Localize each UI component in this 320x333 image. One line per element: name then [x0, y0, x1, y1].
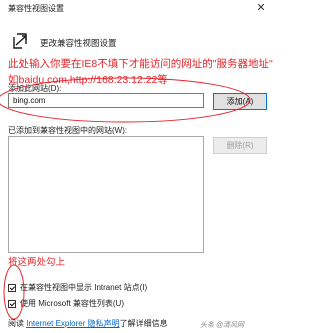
compatibility-view-icon	[13, 33, 27, 49]
annotation-note-1: 此处输入你要在IE8不填下才能访问的网址的"服务器地址"	[8, 58, 273, 70]
close-icon[interactable]: ✕	[252, 1, 270, 15]
intranet-option[interactable]: 在兼容性视图中显示 Intranet 站点(I)	[8, 282, 147, 293]
remove-button[interactable]: 删除(R)	[213, 137, 267, 154]
window-title: 兼容性视图设置	[8, 4, 64, 13]
ms-list-checkbox[interactable]	[8, 299, 16, 308]
ms-list-label: 使用 Microsoft 兼容性列表(U)	[20, 299, 124, 308]
header-title: 更改兼容性视图设置	[40, 38, 117, 48]
footer-prefix: 阅读	[8, 319, 24, 328]
add-site-input[interactable]	[8, 93, 204, 108]
intranet-label: 在兼容性视图中显示 Intranet 站点(I)	[20, 283, 148, 292]
annotation-note-3: 将这两处勾上	[8, 257, 66, 268]
added-sites-label: 已添加到兼容性视图中的网站(W):	[8, 126, 128, 135]
added-sites-list[interactable]	[8, 136, 204, 253]
add-button[interactable]: 添加(A)	[213, 93, 267, 110]
intranet-checkbox[interactable]	[8, 283, 16, 292]
privacy-statement-link[interactable]: Internet Explorer 隐私声明	[26, 319, 119, 328]
footer: 阅读 Internet Explorer 隐私声明了解详细信息	[8, 318, 168, 329]
watermark: 头条 @清风网	[200, 322, 245, 329]
ms-list-option[interactable]: 使用 Microsoft 兼容性列表(U)	[8, 298, 124, 309]
title-bar: 兼容性视图设置 ✕	[0, 0, 274, 17]
footer-suffix: 了解详细信息	[119, 319, 168, 328]
